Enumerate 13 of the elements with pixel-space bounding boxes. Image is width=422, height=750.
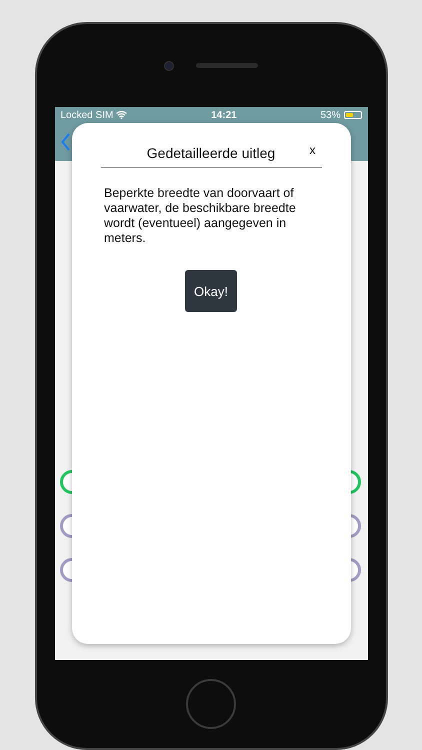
home-button[interactable] (186, 679, 236, 729)
carrier-label: Locked SIM (60, 110, 114, 120)
battery-percent: 53% (320, 110, 340, 120)
battery-icon (344, 111, 362, 119)
wifi-icon (116, 111, 128, 119)
dialog-title: Gedetailleerde uitleg (146, 145, 276, 161)
close-button[interactable]: x (308, 141, 318, 159)
camera-icon (164, 60, 174, 70)
clock: 14:21 (211, 110, 237, 120)
speaker-icon (196, 63, 258, 68)
dialog-message: Beperkte breedte van doorvaart of vaarwater, de beschikbare breedte wordt (eventueel) aangegeven in meters. (104, 186, 297, 246)
okay-button[interactable]: Okay! (185, 270, 237, 312)
back-icon[interactable] (60, 133, 70, 151)
